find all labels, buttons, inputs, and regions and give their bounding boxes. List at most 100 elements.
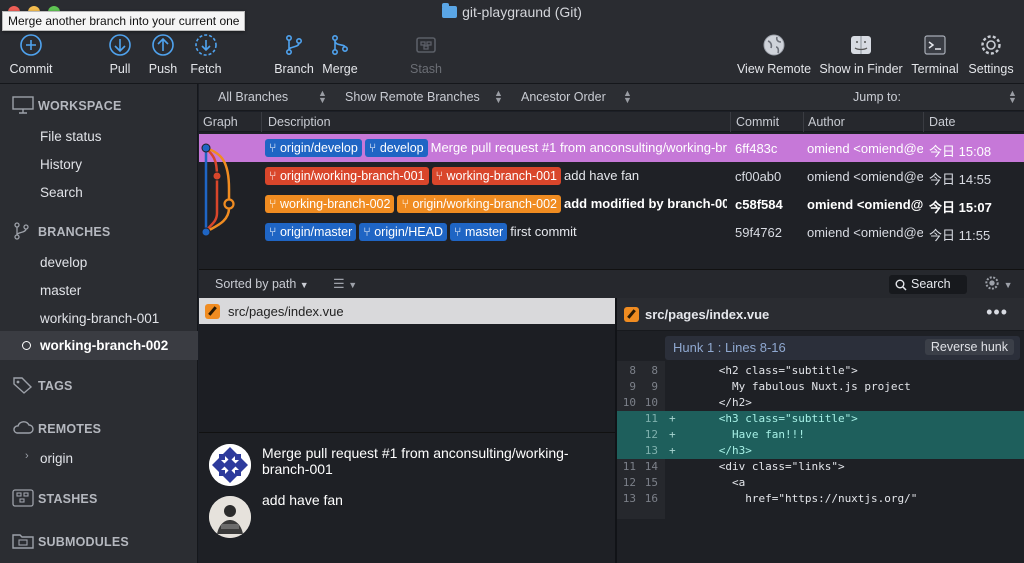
commit-row[interactable]: ⑂ origin/master ⑂ origin/HEAD ⑂ master firs… <box>199 218 1024 246</box>
sidebar-section-stashes[interactable]: STASHES <box>12 489 98 507</box>
commit-hash: 59f4762 <box>735 225 782 240</box>
commit-column-headers: Graph Description Commit Author Date <box>199 112 1024 132</box>
sidebar-item-search[interactable]: Search <box>40 185 83 200</box>
commit-description: ⑂ working-branch-002 ⑂ origin/working-bra… <box>265 195 727 213</box>
commit-description: ⑂ origin/working-branch-001 ⑂ working-bra… <box>265 167 727 185</box>
old-line-number: 10 <box>622 396 636 409</box>
ancestor-order-select[interactable]: Ancestor Order <box>521 90 606 104</box>
sidebar-item-working-branch-002[interactable]: working-branch-002 <box>0 331 198 360</box>
history-commit-title[interactable]: Merge pull request #1 from anconsulting/… <box>262 445 582 477</box>
file-row[interactable]: src/pages/index.vue <box>199 298 615 324</box>
added-marker: + <box>669 444 676 457</box>
commit-hash: c58f584 <box>735 197 783 212</box>
merge-button[interactable]: Merge <box>319 33 361 76</box>
sidebar-item-working-branch-001[interactable]: working-branch-001 <box>40 311 159 326</box>
old-line-number: 12 <box>622 476 636 489</box>
file-toolbar: Sorted by path ▼ ☰ ▼ Search ▼ <box>199 269 1024 298</box>
tag-label: origin/master <box>279 225 353 239</box>
settings-button[interactable]: Settings <box>964 33 1018 76</box>
remotes-title: REMOTES <box>38 422 102 436</box>
branch-tag: ⑂ origin/develop <box>265 139 362 157</box>
sidebar-item-history[interactable]: History <box>40 157 82 172</box>
diff-line[interactable]: 11 + <h3 class="subtitle"> <box>617 411 1024 427</box>
fetch-button[interactable]: Fetch <box>187 33 225 76</box>
old-line-number: 9 <box>629 380 636 393</box>
tag-label: working-branch-001 <box>446 169 557 183</box>
chevron-right-icon[interactable]: › <box>25 450 29 462</box>
diff-line[interactable]: 13 + </h3> <box>617 443 1024 459</box>
gear-icon <box>985 276 999 290</box>
sidebar-item-master[interactable]: master <box>40 283 81 298</box>
column-commit[interactable]: Commit <box>736 115 779 129</box>
diff-line[interactable]: 12 + Have fan!!! <box>617 427 1024 443</box>
pull-button[interactable]: Pull <box>104 33 136 76</box>
diff-line[interactable]: 10 10 </h2> <box>617 395 1024 411</box>
tag-label: origin/HEAD <box>374 225 443 239</box>
sidebar-section-workspace[interactable]: WORKSPACE <box>12 96 122 114</box>
diff-line[interactable]: 8 8 <h2 class="subtitle"> <box>617 363 1024 379</box>
column-graph[interactable]: Graph <box>203 115 238 129</box>
new-line-number: 11 <box>644 412 658 425</box>
sidebar-section-remotes[interactable]: REMOTES <box>12 419 101 437</box>
all-branches-select[interactable]: All Branches <box>218 90 288 104</box>
sidebar-item-develop[interactable]: develop <box>40 255 87 270</box>
chevron-down-icon: ▼ <box>1003 280 1013 290</box>
filter-bar: All Branches ▲ ▼ Show Remote Branches ▲ ▼ … <box>199 84 1024 111</box>
push-button[interactable]: Push <box>146 33 180 76</box>
code-text: Have fan!!! <box>679 428 805 441</box>
chevron-down-icon: ▼ <box>299 280 309 290</box>
commit-author: omiend <omiend@example.com> <box>807 197 923 212</box>
search-button[interactable]: Search <box>889 275 967 294</box>
commit-row[interactable]: ⑂ origin/working-branch-001 ⑂ working-bra… <box>199 162 1024 190</box>
diff-line[interactable]: 11 14 <div class="links"> <box>617 459 1024 475</box>
stash-button[interactable]: Stash <box>406 33 446 76</box>
workspace-title: WORKSPACE <box>38 99 122 113</box>
column-date[interactable]: Date <box>929 115 955 129</box>
new-line-number: 10 <box>644 396 658 409</box>
options-button[interactable]: ▼ <box>984 275 1013 291</box>
terminal-button[interactable]: Terminal <box>910 33 960 76</box>
toolbar: git-playgraund (Git) Merge another branc… <box>0 0 1024 84</box>
pull-label: Pull <box>109 62 131 76</box>
column-description[interactable]: Description <box>268 115 331 129</box>
hunk-header: Hunk 1 : Lines 8-16 Reverse hunk <box>665 336 1020 360</box>
column-author[interactable]: Author <box>808 115 845 129</box>
sidebar-section-branches[interactable]: BRANCHES <box>12 222 110 240</box>
finder-icon <box>851 36 871 54</box>
view-remote-button[interactable]: View Remote <box>736 33 812 76</box>
reverse-hunk-button[interactable]: Reverse hunk <box>924 339 1014 355</box>
avatar <box>209 444 251 486</box>
sidebar-section-tags[interactable]: TAGS <box>12 376 73 394</box>
merge-tooltip: Merge another branch into your current o… <box>2 11 246 31</box>
sidebar-section-submodules[interactable]: SUBMODULES <box>12 532 129 550</box>
diff-pane: src/pages/index.vue ••• Hunk 1 : Lines 8… <box>617 298 1024 563</box>
sort-label: Sorted by path <box>215 277 297 291</box>
show-remote-branches-select[interactable]: Show Remote Branches <box>345 90 480 104</box>
branch-button[interactable]: Branch <box>272 33 316 76</box>
commit-row[interactable]: ⑂ working-branch-002 ⑂ origin/working-bra… <box>199 190 1024 218</box>
tag-label: develop <box>379 141 424 155</box>
more-options-icon[interactable]: ••• <box>986 302 1008 323</box>
diff-line[interactable]: 9 9 My fabulous Nuxt.js project <box>617 379 1024 395</box>
pull-icon <box>109 34 131 56</box>
diff-line[interactable]: 13 16 href="https://nuxtjs.org/" <box>617 491 1024 507</box>
show-in-finder-button[interactable]: Show in Finder <box>818 33 904 76</box>
jump-to-select[interactable] <box>905 88 1019 106</box>
view-mode-button[interactable]: ☰ ▼ <box>333 276 357 292</box>
tag-label: origin/working-branch-002 <box>412 197 557 211</box>
history-commit-title[interactable]: add have fan <box>262 492 582 508</box>
commit-description: ⑂ origin/master ⑂ origin/HEAD ⑂ master firs… <box>265 223 727 241</box>
sort-select[interactable]: Sorted by path ▼ <box>215 277 309 291</box>
commit-row[interactable]: ⑂ origin/develop ⑂ develop Merge pull requ… <box>199 134 1024 162</box>
hunk-title: Hunk 1 : Lines 8-16 <box>673 340 786 355</box>
branch-tag: ⑂ origin/working-branch-001 <box>265 167 429 185</box>
sidebar-item-origin[interactable]: origin <box>40 451 73 466</box>
modified-icon <box>624 307 639 322</box>
folder-icon <box>12 534 34 549</box>
sidebar-item-file-status[interactable]: File status <box>40 129 102 144</box>
list-icon: ☰ <box>333 276 345 291</box>
diff-line[interactable]: 12 15 <a <box>617 475 1024 491</box>
merge-label: Merge <box>322 62 358 76</box>
commit-message: first commit <box>510 224 577 239</box>
commit-button[interactable]: Commit <box>8 33 54 76</box>
